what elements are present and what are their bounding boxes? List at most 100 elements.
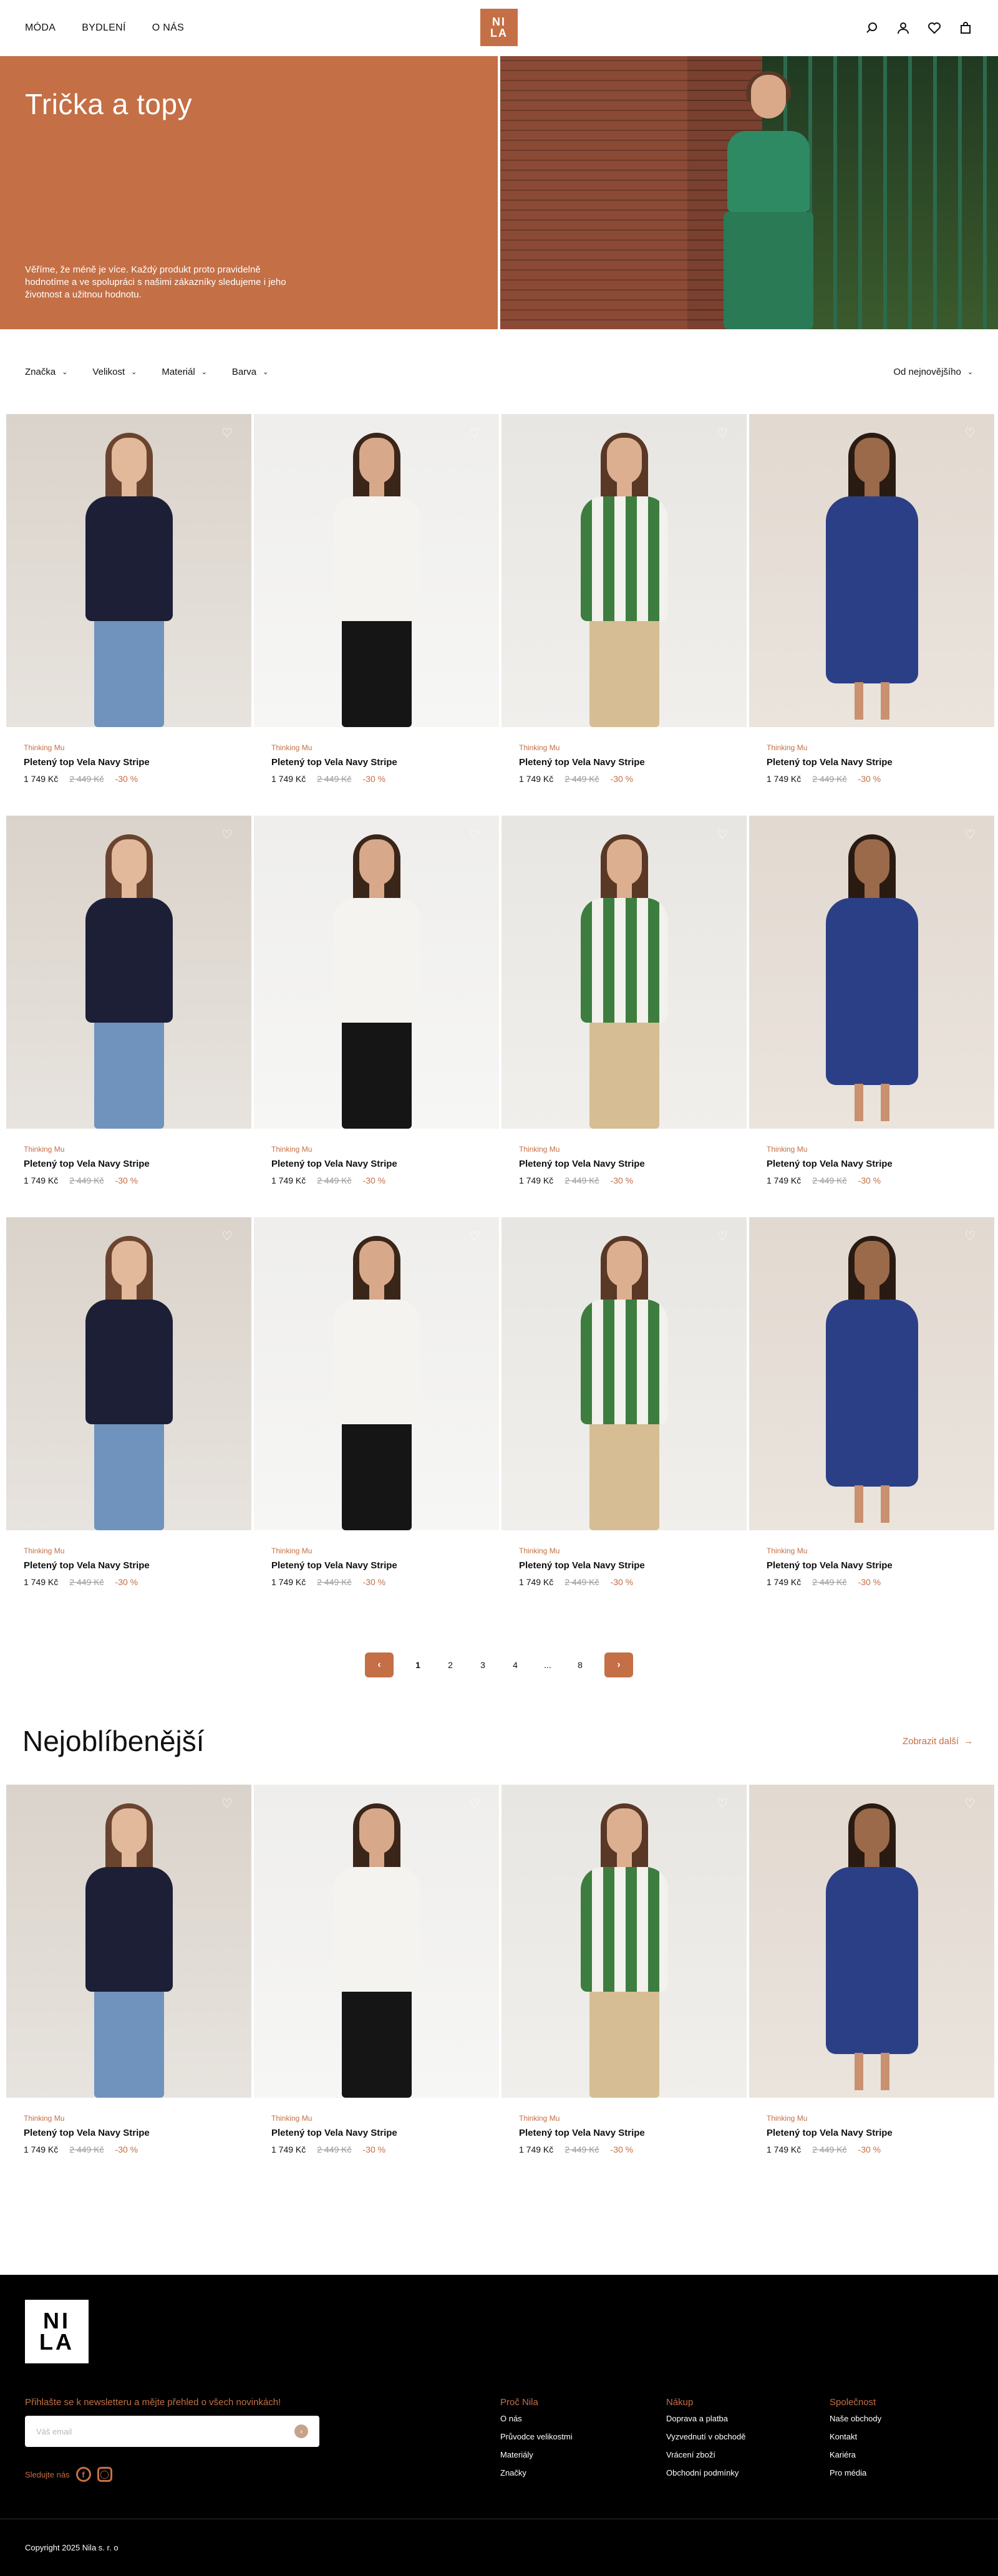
product-name[interactable]: Pletený top Vela Navy Stripe (767, 757, 977, 768)
page-1[interactable]: 1 (410, 1660, 426, 1670)
product-brand[interactable]: Thinking Mu (767, 1546, 977, 1555)
prev-page-button[interactable]: ‹ (365, 1652, 394, 1677)
product-image[interactable]: ♡ (749, 1217, 994, 1530)
product-card[interactable]: ♡ Thinking Mu Pletený top Vela Navy Stri… (254, 1785, 499, 2184)
footer-link[interactable]: Naše obchody (830, 2414, 881, 2423)
logo[interactable]: NI LA (480, 9, 518, 46)
product-brand[interactable]: Thinking Mu (271, 1145, 482, 1154)
heart-icon[interactable]: ♡ (468, 828, 482, 842)
product-card[interactable]: ♡ Thinking Mu Pletený top Vela Navy Stri… (749, 1785, 994, 2184)
footer-link[interactable]: Materiály (500, 2450, 573, 2459)
product-brand[interactable]: Thinking Mu (519, 2114, 729, 2123)
heart-icon[interactable]: ♡ (220, 1230, 234, 1243)
product-brand[interactable]: Thinking Mu (271, 1546, 482, 1555)
show-more-link[interactable]: Zobrazit další → (903, 1736, 973, 1747)
product-image[interactable]: ♡ (6, 414, 251, 727)
product-name[interactable]: Pletený top Vela Navy Stripe (767, 2128, 977, 2138)
page-8[interactable]: 8 (572, 1660, 588, 1670)
footer-link[interactable]: Kontakt (830, 2432, 881, 2441)
footer-link[interactable]: Průvodce velikostmi (500, 2432, 573, 2441)
filter-barva[interactable]: Barva ⌄ (232, 367, 268, 377)
newsletter-email-input[interactable]: Váš email › (25, 2416, 319, 2447)
product-name[interactable]: Pletený top Vela Navy Stripe (519, 757, 729, 768)
heart-icon[interactable]: ♡ (963, 828, 977, 842)
product-brand[interactable]: Thinking Mu (24, 2114, 234, 2123)
product-brand[interactable]: Thinking Mu (24, 743, 234, 752)
product-image[interactable]: ♡ (749, 1785, 994, 2098)
newsletter-submit-button[interactable]: › (294, 2424, 308, 2438)
product-image[interactable]: ♡ (501, 1217, 747, 1530)
search-icon[interactable] (865, 21, 879, 36)
product-image[interactable]: ♡ (749, 816, 994, 1129)
product-name[interactable]: Pletený top Vela Navy Stripe (271, 2128, 482, 2138)
page-2[interactable]: 2 (442, 1660, 458, 1670)
filter-material[interactable]: Materiál ⌄ (162, 367, 207, 377)
product-image[interactable]: ♡ (254, 816, 499, 1129)
page-3[interactable]: 3 (475, 1660, 491, 1670)
footer-link[interactable]: Vrácení zboží (666, 2450, 745, 2459)
product-card[interactable]: ♡ Thinking Mu Pletený top Vela Navy Stri… (6, 1217, 251, 1616)
product-card[interactable]: ♡ Thinking Mu Pletený top Vela Navy Stri… (501, 414, 747, 813)
footer-link[interactable]: O nás (500, 2414, 573, 2423)
page-4[interactable]: 4 (507, 1660, 523, 1670)
product-name[interactable]: Pletený top Vela Navy Stripe (24, 1560, 234, 1571)
product-image[interactable]: ♡ (254, 1217, 499, 1530)
footer-link[interactable]: Kariéra (830, 2450, 881, 2459)
product-card[interactable]: ♡ Thinking Mu Pletený top Vela Navy Stri… (749, 1217, 994, 1616)
product-image[interactable]: ♡ (501, 414, 747, 727)
product-image[interactable]: ♡ (501, 1785, 747, 2098)
next-page-button[interactable]: › (604, 1652, 633, 1677)
product-image[interactable]: ♡ (254, 1785, 499, 2098)
footer-link[interactable]: Pro média (830, 2468, 881, 2477)
product-brand[interactable]: Thinking Mu (271, 743, 482, 752)
footer-link[interactable]: Obchodní podmínky (666, 2468, 745, 2477)
heart-icon[interactable]: ♡ (220, 828, 234, 842)
product-brand[interactable]: Thinking Mu (24, 1546, 234, 1555)
instagram-icon[interactable]: ◯ (97, 2467, 112, 2482)
product-card[interactable]: ♡ Thinking Mu Pletený top Vela Navy Stri… (749, 816, 994, 1215)
heart-icon[interactable]: ♡ (715, 828, 729, 842)
product-image[interactable]: ♡ (254, 414, 499, 727)
filter-znacka[interactable]: Značka ⌄ (25, 367, 67, 377)
facebook-icon[interactable]: f (75, 2467, 91, 2482)
product-image[interactable]: ♡ (749, 414, 994, 727)
product-name[interactable]: Pletený top Vela Navy Stripe (271, 1159, 482, 1169)
user-icon[interactable] (896, 21, 911, 36)
footer-logo[interactable]: NI LA (25, 2300, 89, 2363)
product-card[interactable]: ♡ Thinking Mu Pletený top Vela Navy Stri… (254, 414, 499, 813)
product-name[interactable]: Pletený top Vela Navy Stripe (271, 1560, 482, 1571)
product-name[interactable]: Pletený top Vela Navy Stripe (519, 2128, 729, 2138)
product-name[interactable]: Pletený top Vela Navy Stripe (271, 757, 482, 768)
heart-icon[interactable]: ♡ (715, 427, 729, 440)
heart-icon[interactable]: ♡ (715, 1797, 729, 1811)
product-card[interactable]: ♡ Thinking Mu Pletený top Vela Navy Stri… (6, 816, 251, 1215)
product-card[interactable]: ♡ Thinking Mu Pletený top Vela Navy Stri… (501, 1217, 747, 1616)
product-brand[interactable]: Thinking Mu (519, 1546, 729, 1555)
heart-icon[interactable]: ♡ (468, 427, 482, 440)
product-name[interactable]: Pletený top Vela Navy Stripe (519, 1159, 729, 1169)
footer-link[interactable]: Značky (500, 2468, 573, 2477)
heart-icon[interactable]: ♡ (963, 1797, 977, 1811)
product-card[interactable]: ♡ Thinking Mu Pletený top Vela Navy Stri… (501, 816, 747, 1215)
heart-icon[interactable]: ♡ (963, 427, 977, 440)
product-image[interactable]: ♡ (501, 816, 747, 1129)
product-card[interactable]: ♡ Thinking Mu Pletený top Vela Navy Stri… (6, 414, 251, 813)
product-name[interactable]: Pletený top Vela Navy Stripe (767, 1159, 977, 1169)
sort-select[interactable]: Od nejnovějšího ⌄ (893, 367, 973, 377)
nav-o-nas[interactable]: O NÁS (152, 22, 184, 34)
heart-icon[interactable]: ♡ (963, 1230, 977, 1243)
product-name[interactable]: Pletený top Vela Navy Stripe (24, 757, 234, 768)
heart-icon[interactable]: ♡ (715, 1230, 729, 1243)
product-name[interactable]: Pletený top Vela Navy Stripe (24, 2128, 234, 2138)
heart-icon[interactable]: ♡ (220, 1797, 234, 1811)
product-name[interactable]: Pletený top Vela Navy Stripe (24, 1159, 234, 1169)
bag-icon[interactable] (958, 21, 973, 36)
nav-moda[interactable]: MÓDA (25, 22, 56, 34)
product-image[interactable]: ♡ (6, 1785, 251, 2098)
product-brand[interactable]: Thinking Mu (519, 743, 729, 752)
product-image[interactable]: ♡ (6, 816, 251, 1129)
product-brand[interactable]: Thinking Mu (24, 1145, 234, 1154)
nav-bydleni[interactable]: BYDLENÍ (82, 22, 126, 34)
filter-velikost[interactable]: Velikost ⌄ (92, 367, 137, 377)
product-image[interactable]: ♡ (6, 1217, 251, 1530)
